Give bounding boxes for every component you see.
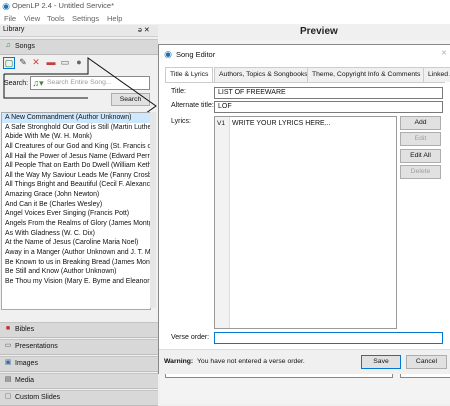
songs-section-label: Songs bbox=[15, 43, 35, 50]
presentations-section-header[interactable]: ▭ Presentations bbox=[0, 339, 158, 355]
menu-view[interactable]: View bbox=[24, 14, 40, 23]
bibles-section-header[interactable]: ■ Bibles bbox=[0, 322, 158, 338]
menu-tools[interactable]: Tools bbox=[47, 14, 65, 23]
list-item[interactable]: All People That on Earth Do Dwell (Willi… bbox=[2, 161, 150, 171]
library-panel: Library ə ✕ ♫ Songs ▢ ✎ ✕ ▬ ▭ ● Search: … bbox=[0, 25, 158, 406]
image-icon: ▣ bbox=[4, 359, 12, 366]
alternate-title-label: Alternate title: bbox=[171, 102, 214, 109]
library-dock-header: Library ə ✕ bbox=[0, 25, 158, 37]
list-item[interactable]: Be Still and Know (Author Unknown) bbox=[2, 267, 150, 277]
library-title: Library bbox=[3, 26, 25, 33]
edit-all-button[interactable]: Edit All bbox=[400, 149, 441, 163]
bible-icon: ■ bbox=[5, 325, 11, 332]
music-note-icon: ♫ bbox=[5, 42, 11, 49]
list-item[interactable]: Abide With Me (W. H. Monk) bbox=[2, 132, 150, 142]
tab-authors-topics-songbooks[interactable]: Authors, Topics & Songbooks bbox=[214, 67, 313, 82]
tab-theme-copyright[interactable]: Theme, Copyright Info & Comments bbox=[307, 67, 426, 82]
list-item[interactable]: All Things Bright and Beautiful (Cecil F… bbox=[2, 180, 150, 190]
title-field[interactable]: LIST OF FREEWARE bbox=[214, 87, 443, 99]
lyrics-cell[interactable]: WRITE YOUR LYRICS HERE... bbox=[232, 120, 331, 127]
lyrics-label: Lyrics: bbox=[171, 118, 191, 125]
film-icon: ▤ bbox=[4, 376, 12, 383]
window-titlebar: ◉ OpenLP 2.4 - Untitled Service* bbox=[0, 0, 450, 12]
openlp-dialog-icon: ◉ bbox=[164, 49, 172, 59]
menu-help[interactable]: Help bbox=[107, 14, 122, 23]
dialog-title: Song Editor bbox=[176, 50, 216, 59]
save-button[interactable]: Save bbox=[361, 355, 401, 369]
menu-file[interactable]: File bbox=[4, 14, 16, 23]
lyrics-table[interactable]: V1 WRITE YOUR LYRICS HERE... bbox=[214, 116, 397, 329]
lyrics-row-header bbox=[215, 117, 230, 328]
list-item[interactable]: Angel Voices Ever Singing (Francis Pott) bbox=[2, 209, 150, 219]
song-editor-dialog: ◉ Song Editor ✕ Title & Lyrics Authors, … bbox=[158, 44, 450, 374]
section-label: Presentations bbox=[15, 343, 58, 350]
list-item[interactable]: Angels From the Realms of Glory (James M… bbox=[2, 219, 150, 229]
list-item[interactable]: Away in a Manger (Author Unknown and J. … bbox=[2, 248, 150, 258]
images-section-header[interactable]: ▣ Images bbox=[0, 356, 158, 372]
section-label: Images bbox=[15, 360, 38, 367]
list-item[interactable]: All Creatures of our God and King (St. F… bbox=[2, 142, 150, 152]
slide-icon: ▢ bbox=[4, 393, 12, 400]
openlp-app-icon: ◉ bbox=[2, 1, 10, 11]
section-label: Bibles bbox=[15, 326, 35, 333]
list-item[interactable]: Be Known to us in Breaking Bread (James … bbox=[2, 258, 150, 268]
tab-linked-audio[interactable]: Linked A bbox=[423, 67, 450, 82]
add-verse-button[interactable]: Add bbox=[400, 116, 441, 130]
dialog-footer: Warning: You have not entered a verse or… bbox=[159, 349, 450, 374]
warning-text: You have not entered a verse order. bbox=[197, 358, 305, 365]
media-section-header[interactable]: ▤ Media bbox=[0, 373, 158, 389]
menu-settings[interactable]: Settings bbox=[72, 14, 99, 23]
songs-section-header[interactable]: ♫ Songs bbox=[0, 39, 158, 55]
list-item[interactable]: A Safe Stronghold Our God is Still (Mart… bbox=[2, 123, 150, 133]
edit-verse-button[interactable]: Edit bbox=[400, 132, 441, 146]
list-item[interactable]: And Can it Be (Charles Wesley) bbox=[2, 200, 150, 210]
warning-label: Warning: bbox=[164, 358, 194, 365]
tab-title-lyrics[interactable]: Title & Lyrics bbox=[165, 67, 214, 82]
window-title: OpenLP 2.4 - Untitled Service* bbox=[12, 1, 115, 10]
dock-controls[interactable]: ə ✕ bbox=[138, 26, 150, 34]
list-item[interactable]: All the Way My Saviour Leads Me (Fanny C… bbox=[2, 171, 150, 181]
list-item[interactable]: All Hail the Power of Jesus Name (Edward… bbox=[2, 152, 150, 162]
delete-verse-button[interactable]: Delete bbox=[400, 165, 441, 179]
song-list: A New Commandment (Author Unknown) A Saf… bbox=[1, 112, 151, 310]
menu-bar: File View Tools Settings Help bbox=[0, 12, 450, 24]
song-list-scrollbar[interactable] bbox=[150, 112, 156, 308]
list-item[interactable]: At the Name of Jesus (Caroline Maria Noe… bbox=[2, 238, 150, 248]
verse-tag: V1 bbox=[217, 120, 225, 127]
title-label: Title: bbox=[171, 88, 186, 95]
close-icon[interactable]: ✕ bbox=[441, 49, 447, 57]
cancel-button[interactable]: Cancel bbox=[406, 355, 447, 369]
preview-title: Preview bbox=[300, 26, 338, 37]
tutorial-arrow-icon bbox=[3, 57, 157, 114]
list-item[interactable]: Be Thou my Vision (Mary E. Byrne and Ele… bbox=[2, 277, 150, 287]
alternate-title-field[interactable]: LOF bbox=[214, 101, 443, 113]
verse-order-label: Verse order: bbox=[171, 334, 210, 341]
presentation-icon: ▭ bbox=[4, 342, 12, 349]
tab-divider bbox=[165, 82, 445, 83]
list-item[interactable]: Amazing Grace (John Newton) bbox=[2, 190, 150, 200]
list-item[interactable]: A New Commandment (Author Unknown) bbox=[2, 113, 150, 123]
verse-order-field[interactable] bbox=[214, 332, 443, 344]
list-item[interactable]: As With Gladness (W. C. Dix) bbox=[2, 229, 150, 239]
section-label: Media bbox=[15, 377, 35, 384]
section-label: Custom Slides bbox=[15, 394, 61, 401]
